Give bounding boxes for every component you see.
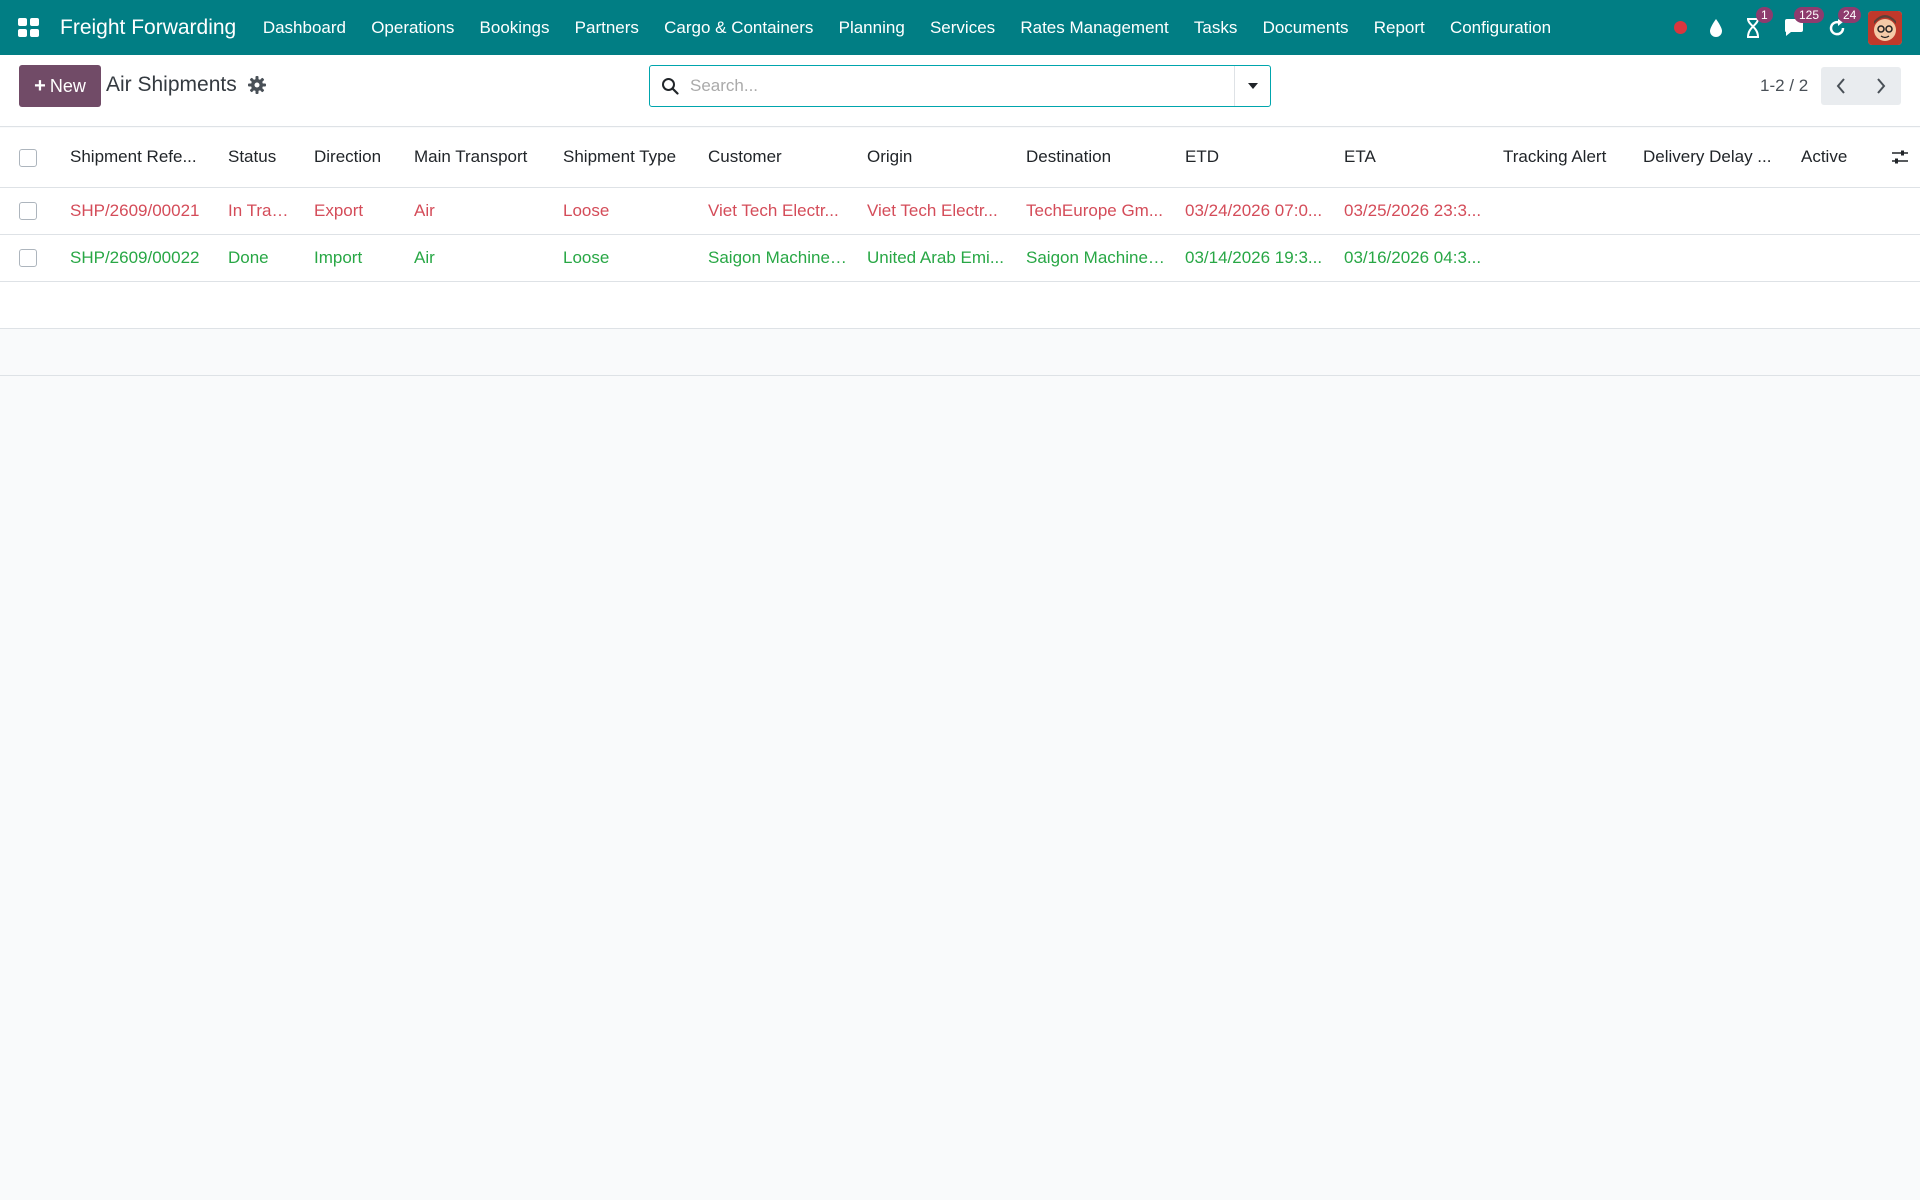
column-header-origin[interactable]: Origin (855, 128, 1014, 188)
cell-etd[interactable]: 03/14/2026 19:3... (1173, 234, 1332, 282)
search-icon (650, 66, 690, 106)
pager-next-button[interactable] (1861, 67, 1901, 105)
search-options-toggle[interactable] (1234, 66, 1270, 106)
row-select-cell (0, 234, 58, 282)
new-button[interactable]: + New (19, 65, 101, 107)
column-header-tracking-alert[interactable]: Tracking Alert (1491, 128, 1631, 188)
column-header-delivery-delay[interactable]: Delivery Delay ... (1631, 128, 1789, 188)
column-header-status[interactable]: Status (216, 128, 302, 188)
new-button-label: New (49, 75, 86, 96)
chevron-right-icon (1877, 78, 1886, 94)
app-brand[interactable]: Freight Forwarding (60, 16, 236, 40)
column-header-destination[interactable]: Destination (1014, 128, 1173, 188)
cell-destination[interactable]: TechEurope Gm... (1014, 187, 1173, 235)
shipments-list: Shipment Refe... Status Direction Main T… (0, 128, 1920, 376)
gear-icon[interactable] (247, 75, 267, 95)
updates-refresh-icon[interactable]: 24 (1827, 6, 1862, 40)
column-header-eta[interactable]: ETA (1332, 128, 1491, 188)
cell-shipment-type[interactable]: Loose (551, 234, 696, 282)
cell-tracking-alert[interactable] (1491, 187, 1631, 235)
column-header-etd[interactable]: ETD (1173, 128, 1332, 188)
empty-cell (0, 281, 1920, 329)
column-header-customer[interactable]: Customer (696, 128, 855, 188)
menu-item-partners[interactable]: Partners (562, 18, 651, 38)
user-avatar[interactable] (1868, 10, 1902, 45)
cell-customer[interactable]: Viet Tech Electr... (696, 187, 855, 235)
table-row[interactable]: SHP/2609/00021 In Transit Export Air Loo… (0, 187, 1920, 235)
row-checkbox[interactable] (19, 202, 37, 221)
table-row[interactable]: SHP/2609/00022 Done Import Air Loose Sai… (0, 234, 1920, 282)
updates-badge: 24 (1838, 6, 1862, 23)
menu-item-services[interactable]: Services (917, 18, 1007, 38)
table-header-row: Shipment Refe... Status Direction Main T… (0, 128, 1920, 188)
cell-main-transport[interactable]: Air (402, 234, 551, 282)
empty-cell (0, 328, 1920, 376)
cell-tracking-alert[interactable] (1491, 234, 1631, 282)
search-input[interactable] (690, 67, 1234, 105)
activities-badge: 1 (1756, 6, 1773, 23)
top-navbar: Freight Forwarding Dashboard Operations … (0, 0, 1920, 55)
cell-status[interactable]: Done (216, 234, 302, 282)
menu-item-documents[interactable]: Documents (1250, 18, 1361, 38)
empty-row (0, 328, 1920, 376)
chevron-left-icon (1836, 78, 1845, 94)
menu-item-tasks[interactable]: Tasks (1181, 18, 1250, 38)
empty-row (0, 281, 1920, 329)
cell-direction[interactable]: Export (302, 187, 402, 235)
cell-reference[interactable]: SHP/2609/00022 (58, 234, 216, 282)
cell-origin[interactable]: United Arab Emi... (855, 234, 1014, 282)
column-header-active[interactable]: Active (1789, 128, 1875, 188)
cell-destination[interactable]: Saigon Machiner... (1014, 234, 1173, 282)
row-checkbox[interactable] (19, 249, 37, 268)
caret-down-icon (1247, 83, 1258, 89)
cell-eta[interactable]: 03/25/2026 23:3... (1332, 187, 1491, 235)
pager-previous-button[interactable] (1821, 67, 1861, 105)
select-all-cell (0, 128, 58, 188)
recording-indicator-icon[interactable] (1674, 16, 1687, 40)
cell-delivery-delay[interactable] (1631, 234, 1789, 282)
cell-main-transport[interactable]: Air (402, 187, 551, 235)
select-all-checkbox[interactable] (19, 148, 37, 167)
search-bar (649, 65, 1271, 107)
plus-icon: + (34, 74, 46, 97)
cell-active[interactable] (1789, 234, 1875, 282)
messages-badge: 125 (1794, 6, 1825, 23)
menu-item-operations[interactable]: Operations (359, 18, 467, 38)
activities-hourglass-icon[interactable]: 1 (1745, 6, 1773, 40)
control-panel: + New Air Shipments 1-2 / 2 (0, 55, 1920, 127)
messages-icon[interactable]: 125 (1783, 6, 1825, 40)
menu-item-configuration[interactable]: Configuration (1437, 18, 1563, 38)
cell-direction[interactable]: Import (302, 234, 402, 282)
main-menu: Dashboard Operations Bookings Partners C… (250, 18, 1563, 38)
cell-delivery-delay[interactable] (1631, 187, 1789, 235)
pager-value[interactable]: 1-2 / 2 (1760, 76, 1808, 96)
apps-menu-icon[interactable] (16, 16, 40, 40)
optional-columns-cell (1875, 128, 1920, 188)
cell-active[interactable] (1789, 187, 1875, 235)
menu-item-rates-management[interactable]: Rates Management (1008, 18, 1182, 38)
sliders-icon[interactable] (1887, 149, 1912, 165)
cell-status[interactable]: In Transit (216, 187, 302, 235)
page-title: Air Shipments (106, 73, 237, 96)
column-header-shipment-type[interactable]: Shipment Type (551, 128, 696, 188)
cell-origin[interactable]: Viet Tech Electr... (855, 187, 1014, 235)
menu-item-bookings[interactable]: Bookings (467, 18, 562, 38)
menu-item-planning[interactable]: Planning (826, 18, 917, 38)
column-header-main-transport[interactable]: Main Transport (402, 128, 551, 188)
menu-item-dashboard[interactable]: Dashboard (250, 18, 358, 38)
menu-item-report[interactable]: Report (1361, 18, 1437, 38)
row-select-cell (0, 187, 58, 235)
drop-icon[interactable] (1709, 16, 1723, 40)
cell-spacer (1875, 187, 1920, 235)
cell-eta[interactable]: 03/16/2026 04:3... (1332, 234, 1491, 282)
menu-item-cargo-containers[interactable]: Cargo & Containers (652, 18, 827, 38)
cell-shipment-type[interactable]: Loose (551, 187, 696, 235)
column-header-shipment-reference[interactable]: Shipment Refe... (58, 128, 216, 188)
column-header-direction[interactable]: Direction (302, 128, 402, 188)
cell-spacer (1875, 234, 1920, 282)
cell-reference[interactable]: SHP/2609/00021 (58, 187, 216, 235)
cell-customer[interactable]: Saigon Machiner... (696, 234, 855, 282)
cell-etd[interactable]: 03/24/2026 07:0... (1173, 187, 1332, 235)
systray: 1 125 24 (1663, 0, 1920, 55)
